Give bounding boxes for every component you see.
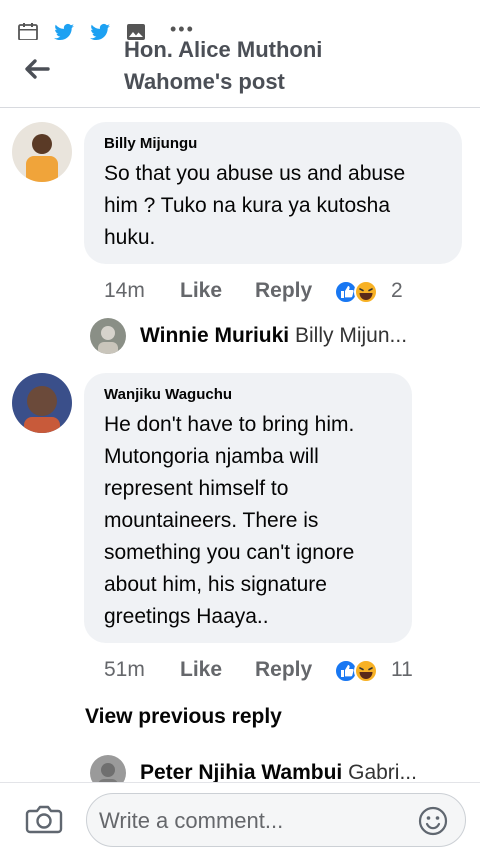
avatar[interactable] (12, 373, 72, 433)
like-button[interactable]: Like (180, 655, 222, 685)
reaction-count[interactable]: 11 (391, 655, 413, 685)
status-bar-top (0, 0, 480, 14)
avatar[interactable] (90, 318, 126, 354)
comment-composer: Write a comment... (0, 782, 480, 854)
more-notifications-icon: ••• (170, 19, 195, 39)
comment-input[interactable]: Write a comment... (86, 793, 466, 847)
reply-snippet: Gabri... (348, 761, 417, 784)
avatar[interactable] (12, 122, 72, 182)
post-header: Hon. Alice Muthoni Wahome's post (0, 40, 480, 108)
comment-time: 51m (104, 658, 145, 681)
comment-text: So that you abuse us and abuse him ? Tuk… (104, 162, 406, 249)
reply-button[interactable]: Reply (255, 276, 312, 306)
comment-author[interactable]: Wanjiku Waguchu (104, 385, 392, 405)
avatar-winnie-muriuki (90, 318, 126, 354)
comment-actions: 14m Like Reply 2 (104, 276, 434, 306)
reply-author[interactable]: Winnie Muriuki (140, 324, 289, 347)
avatar-billy-mijungu (12, 122, 72, 182)
like-button[interactable]: Like (180, 276, 222, 306)
reactions-icon[interactable] (334, 658, 382, 684)
reaction-count[interactable]: 2 (391, 276, 403, 306)
reply-preview[interactable]: Winnie Muriuki Billy Mijun... (140, 318, 450, 358)
page-title-line2: Wahome's post (124, 69, 285, 94)
reply-snippet: Billy Mijun... (295, 324, 408, 347)
reply-author[interactable]: Peter Njihia Wambui (140, 761, 342, 784)
comment-time: 14m (104, 279, 145, 302)
emoji-icon[interactable] (417, 805, 449, 837)
comment-bubble[interactable]: Wanjiku Waguchu He don't have to bring h… (84, 373, 412, 643)
avatar-wanjiku-waguchu (12, 373, 72, 433)
reactions-icon[interactable] (334, 279, 382, 305)
comment-input-placeholder: Write a comment... (99, 808, 284, 833)
camera-icon[interactable] (24, 801, 64, 837)
view-previous-reply-link[interactable]: View previous reply (85, 705, 282, 729)
back-arrow-icon[interactable] (20, 54, 52, 84)
comment-author[interactable]: Billy Mijungu (104, 134, 442, 154)
page-title-line1: Hon. Alice Muthoni (124, 40, 323, 62)
comment-bubble[interactable]: Billy Mijungu So that you abuse us and a… (84, 122, 462, 264)
comment-text: He don't have to bring him. Mutongoria n… (104, 413, 355, 628)
reply-button[interactable]: Reply (255, 655, 312, 685)
page-title: Hon. Alice Muthoni Wahome's post (124, 40, 424, 98)
comment-actions: 51m Like Reply 11 (104, 655, 434, 685)
